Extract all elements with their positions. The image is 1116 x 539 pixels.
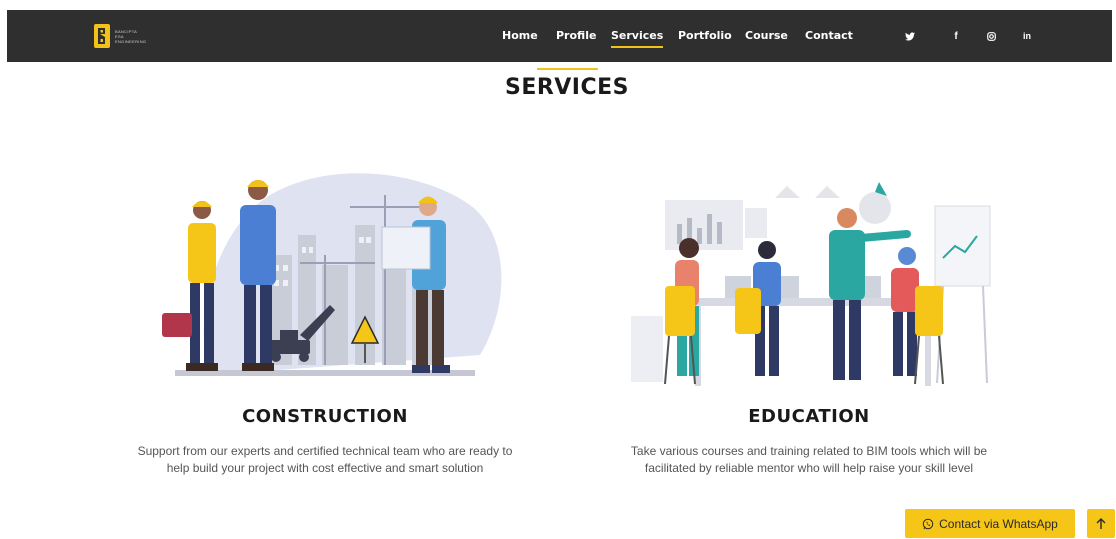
construction-workers-illustration — [162, 173, 502, 376]
description-line: Take various courses and training relate… — [630, 444, 988, 458]
whatsapp-icon — [922, 518, 934, 529]
service-title-education: EDUCATION — [748, 406, 870, 427]
facebook-glyph: f — [954, 30, 958, 42]
facebook-icon[interactable]: f — [949, 10, 963, 62]
service-title-construction: CONSTRUCTION — [242, 406, 408, 427]
back-to-top-button[interactable] — [1087, 509, 1115, 538]
linkedin-glyph: in — [1023, 31, 1031, 41]
nav-item-profile[interactable]: Profile — [556, 29, 596, 42]
description-line: Support from our experts and certified t… — [137, 444, 513, 458]
nav-item-contact[interactable]: Contact — [805, 29, 853, 42]
linkedin-icon[interactable]: in — [1019, 10, 1035, 62]
arrow-up-icon — [1096, 517, 1106, 529]
service-description-construction: Support from our experts and certified t… — [90, 443, 560, 477]
service-description-education: Take various courses and training relate… — [574, 443, 1044, 477]
nav-item-home[interactable]: Home — [502, 29, 538, 42]
twitter-icon[interactable] — [903, 10, 917, 62]
page-title: SERVICES — [504, 75, 630, 100]
whatsapp-contact-button[interactable]: Contact via WhatsApp — [905, 509, 1075, 538]
classroom-meeting-illustration — [631, 182, 991, 386]
description-line: facilitated by reliable mentor who will … — [644, 461, 974, 475]
nav-item-portfolio[interactable]: Portfolio — [678, 29, 732, 42]
brand-logo[interactable]: BANCIPTA ESA ENGINEERING — [93, 21, 146, 51]
instagram-icon[interactable] — [984, 10, 998, 62]
logo-mark-icon — [94, 24, 110, 48]
whatsapp-label: Contact via WhatsApp — [939, 516, 1058, 531]
brand-line: ENGINEERING — [115, 38, 147, 44]
heading-accent-line — [537, 68, 598, 70]
brand-name: BANCIPTA ESA ENGINEERING — [115, 29, 146, 44]
nav-item-services[interactable]: Services — [611, 29, 664, 48]
top-navbar: BANCIPTA ESA ENGINEERING Home Profile Se… — [7, 10, 1112, 62]
description-line: help build your project with cost effect… — [166, 461, 484, 475]
nav-item-course[interactable]: Course — [745, 29, 788, 42]
